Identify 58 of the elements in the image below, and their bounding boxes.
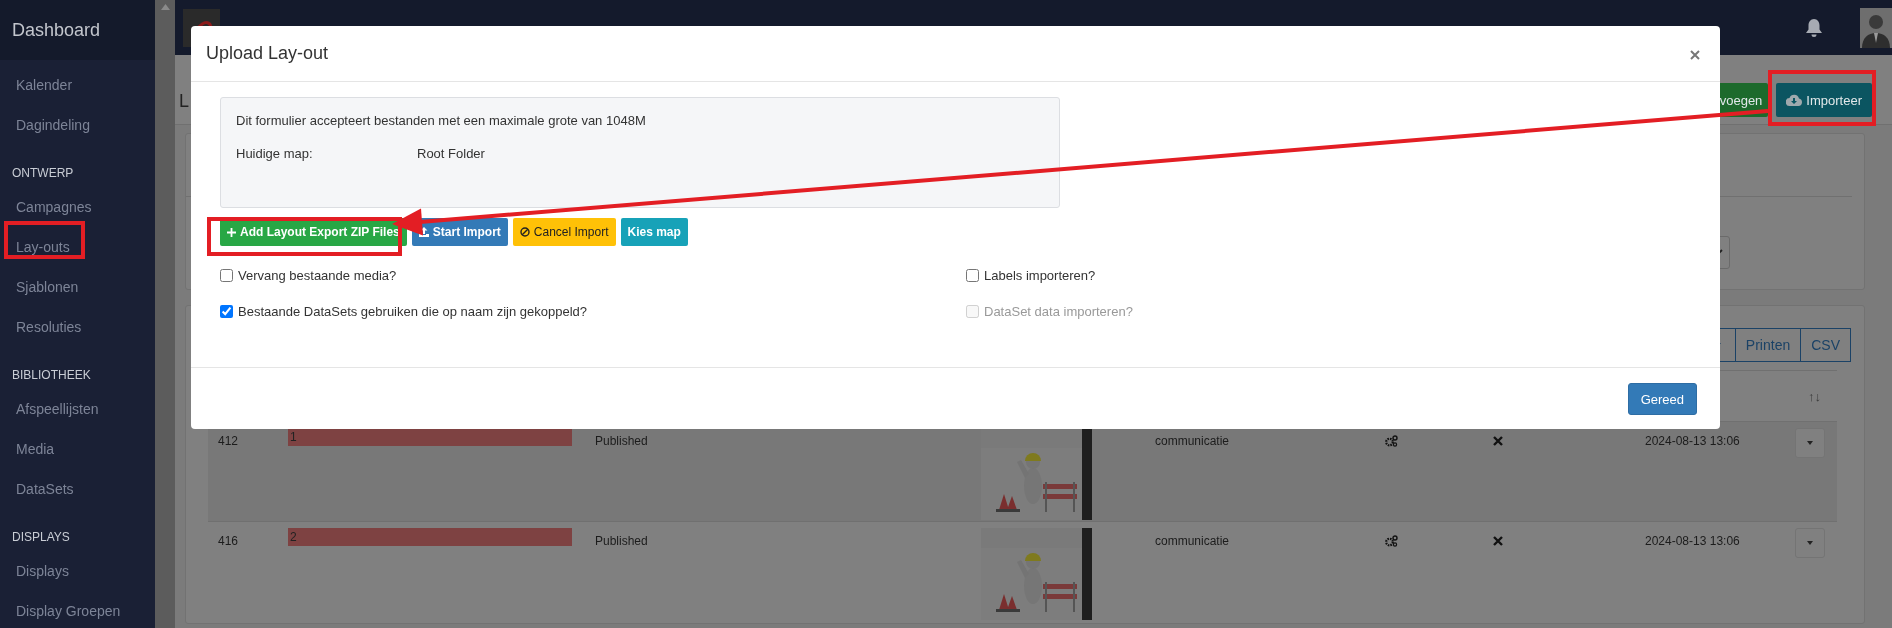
table-cell-text: 2024-08-13 13:06 bbox=[1644, 533, 1741, 550]
checkbox[interactable] bbox=[220, 268, 233, 282]
cancel-button[interactable]: Cancel Import bbox=[512, 218, 616, 246]
table-cell-text: communicatie bbox=[1154, 433, 1231, 450]
table-cell-text: Published bbox=[594, 433, 649, 450]
folder-label: Huidige map: bbox=[236, 146, 314, 161]
folder-value: Root Folder bbox=[417, 146, 485, 161]
caret-icon bbox=[1807, 441, 1813, 445]
page-title: L bbox=[179, 91, 189, 112]
sidebar-item[interactable]: Display Groepen bbox=[0, 591, 155, 628]
table-cell-text: 412 bbox=[217, 433, 240, 450]
folder-button[interactable]: Kies map bbox=[620, 218, 688, 246]
checkbox-label: DataSet data importeren? bbox=[984, 303, 1133, 319]
caret-icon bbox=[1807, 541, 1813, 545]
section-heading: DISPLAYS bbox=[11, 529, 71, 546]
table-cell-text: Published bbox=[594, 533, 649, 550]
scrollbar[interactable] bbox=[155, 0, 175, 628]
name-label: 2 bbox=[288, 528, 572, 546]
avatar[interactable] bbox=[1860, 7, 1892, 48]
close-icon bbox=[1690, 50, 1700, 60]
gears-icon bbox=[1385, 435, 1398, 447]
cross-icon bbox=[1493, 536, 1503, 546]
sidebar-item[interactable]: Displays bbox=[0, 551, 155, 591]
sidebar-item[interactable]: Resoluties bbox=[0, 307, 155, 347]
export-button[interactable]: CSV bbox=[1800, 328, 1851, 362]
sidebar-item[interactable]: Media bbox=[0, 429, 155, 469]
cross-icon bbox=[1493, 436, 1503, 446]
sidebar-item[interactable]: DataSets bbox=[0, 469, 155, 509]
checkbox-label: Labels importeren? bbox=[984, 267, 1096, 283]
sidebar-item[interactable]: Dagindeling bbox=[0, 105, 155, 145]
brand-title[interactable]: Dashboard bbox=[0, 0, 155, 60]
import-button[interactable]: Importeer bbox=[1776, 83, 1872, 117]
gears-icon bbox=[1385, 535, 1398, 547]
table-cell-text: communicatie bbox=[1154, 533, 1231, 550]
sidebar-item[interactable]: Sjablonen bbox=[0, 267, 155, 307]
export-button[interactable]: Printen bbox=[1734, 328, 1802, 362]
info-text: Dit formulier accepteert bestanden met een maximale grote van 1048M bbox=[236, 113, 647, 128]
upload-icon bbox=[418, 227, 429, 237]
checkbox-label: Bestaande DataSets gebruiken die op naam zijn gekoppeld? bbox=[238, 303, 588, 319]
sidebar-item[interactable]: Campagnes bbox=[0, 187, 155, 227]
plus-icon bbox=[227, 227, 236, 237]
scroll-up-icon[interactable] bbox=[160, 4, 170, 10]
dialog-title: Upload Lay-out bbox=[206, 43, 330, 64]
checkbox-label: Vervang bestaande media? bbox=[238, 267, 397, 283]
ban-icon bbox=[519, 227, 530, 237]
bell-icon[interactable] bbox=[1806, 17, 1822, 38]
sort-indicator[interactable]: ↑↓ bbox=[1808, 388, 1835, 404]
cloud-download-icon bbox=[1786, 94, 1803, 106]
checkbox[interactable] bbox=[966, 268, 979, 282]
section-heading: ONTWERP bbox=[11, 165, 75, 182]
sidebar-item[interactable]: Kalender bbox=[0, 65, 155, 105]
sidebar-item[interactable]: Lay-outs bbox=[0, 227, 155, 267]
sidebar-item[interactable]: Afspeellijsten bbox=[0, 389, 155, 429]
checkbox[interactable] bbox=[220, 304, 233, 318]
table-cell-text: 416 bbox=[217, 533, 240, 550]
section-heading: BIBLIOTHEEK bbox=[11, 367, 92, 384]
table-cell-text: 2024-08-13 13:06 bbox=[1644, 433, 1741, 450]
done-button[interactable]: Gereed bbox=[1627, 383, 1697, 415]
